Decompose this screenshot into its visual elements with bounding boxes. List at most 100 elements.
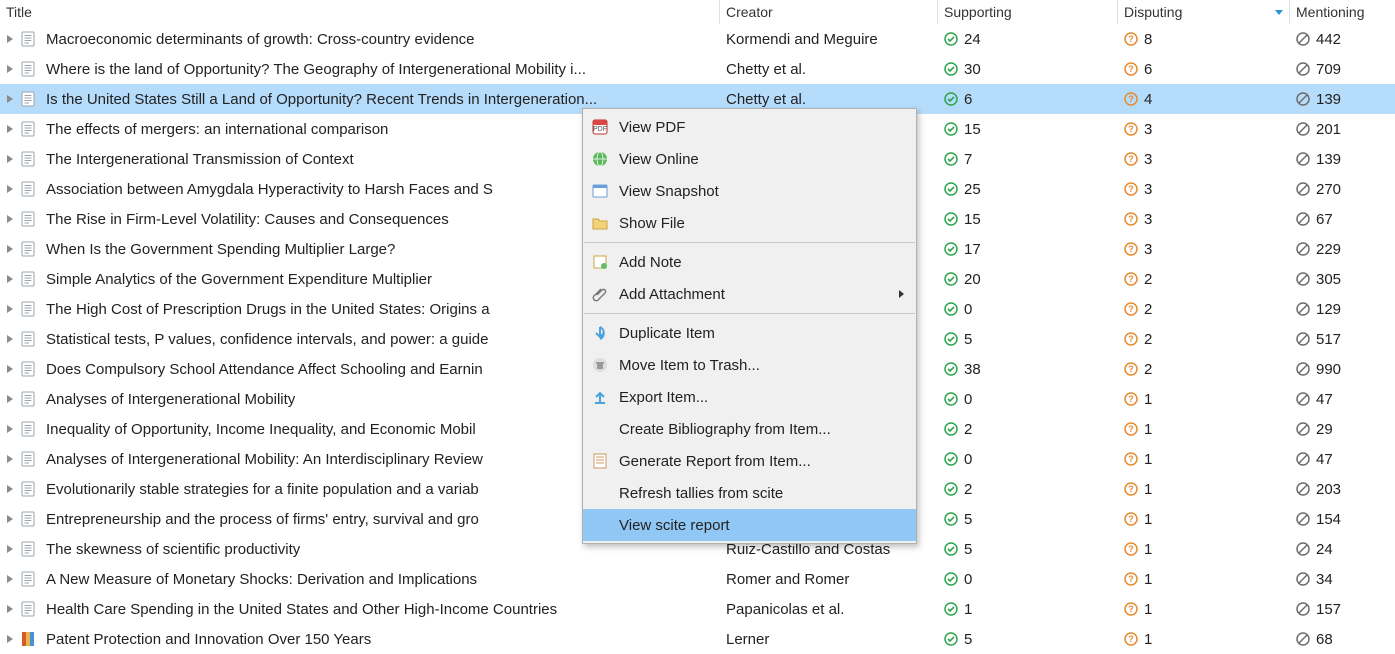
mentioning-count: 129 xyxy=(1316,301,1341,318)
table-row[interactable]: Health Care Spending in the United State… xyxy=(0,594,1395,624)
mentioning-badge: 229 xyxy=(1296,241,1341,258)
disputing-count: 3 xyxy=(1144,241,1152,258)
expand-twisty-icon[interactable] xyxy=(6,34,16,44)
slash-circle-icon xyxy=(1296,392,1310,406)
expand-twisty-icon[interactable] xyxy=(6,214,16,224)
menu-item[interactable]: Add Attachment xyxy=(583,278,916,310)
table-header-row: Title Creator Supporting Disputing Menti… xyxy=(0,0,1395,24)
menu-item-label: View Online xyxy=(619,151,904,168)
slash-circle-icon xyxy=(1296,302,1310,316)
mentioning-badge: 139 xyxy=(1296,91,1341,108)
disputing-badge: 1 xyxy=(1124,511,1152,528)
question-circle-icon xyxy=(1124,92,1138,106)
supporting-count: 2 xyxy=(964,421,972,438)
expand-twisty-icon[interactable] xyxy=(6,394,16,404)
expand-twisty-icon[interactable] xyxy=(6,154,16,164)
expand-twisty-icon[interactable] xyxy=(6,304,16,314)
menu-item[interactable]: Move Item to Trash... xyxy=(583,349,916,381)
expand-twisty-icon[interactable] xyxy=(6,604,16,614)
question-circle-icon xyxy=(1124,122,1138,136)
menu-item[interactable]: Duplicate Item xyxy=(583,317,916,349)
disputing-count: 1 xyxy=(1144,481,1152,498)
column-header-disputing[interactable]: Disputing xyxy=(1118,0,1290,24)
supporting-badge: 2 xyxy=(944,421,972,438)
item-title: Health Care Spending in the United State… xyxy=(46,601,557,618)
check-circle-icon xyxy=(944,332,958,346)
disputing-badge: 2 xyxy=(1124,301,1152,318)
supporting-count: 1 xyxy=(964,601,972,618)
expand-twisty-icon[interactable] xyxy=(6,454,16,464)
expand-twisty-icon[interactable] xyxy=(6,544,16,554)
expand-twisty-icon[interactable] xyxy=(6,94,16,104)
disputing-count: 1 xyxy=(1144,601,1152,618)
supporting-badge: 30 xyxy=(944,61,981,78)
mentioning-badge: 47 xyxy=(1296,391,1333,408)
expand-twisty-icon[interactable] xyxy=(6,184,16,194)
column-header-creator[interactable]: Creator xyxy=(720,0,938,24)
expand-twisty-icon[interactable] xyxy=(6,274,16,284)
mentioning-badge: 34 xyxy=(1296,571,1333,588)
expand-twisty-icon[interactable] xyxy=(6,364,16,374)
supporting-count: 0 xyxy=(964,391,972,408)
expand-twisty-icon[interactable] xyxy=(6,424,16,434)
menu-separator xyxy=(584,313,915,314)
menu-item[interactable]: Create Bibliography from Item... xyxy=(583,413,916,445)
expand-twisty-icon[interactable] xyxy=(6,334,16,344)
slash-circle-icon xyxy=(1296,152,1310,166)
table-row[interactable]: Macroeconomic determinants of growth: Cr… xyxy=(0,24,1395,54)
table-row[interactable]: Where is the land of Opportunity? The Ge… xyxy=(0,54,1395,84)
supporting-count: 0 xyxy=(964,451,972,468)
mentioning-count: 154 xyxy=(1316,511,1341,528)
menu-item[interactable]: View Online xyxy=(583,143,916,175)
menu-item[interactable]: View scite report xyxy=(583,509,916,541)
expand-twisty-icon[interactable] xyxy=(6,64,16,74)
expand-twisty-icon[interactable] xyxy=(6,484,16,494)
supporting-count: 5 xyxy=(964,541,972,558)
sort-descending-icon xyxy=(1275,10,1283,15)
menu-item[interactable]: Generate Report from Item... xyxy=(583,445,916,477)
table-row[interactable]: Patent Protection and Innovation Over 15… xyxy=(0,624,1395,654)
slash-circle-icon xyxy=(1296,362,1310,376)
expand-twisty-icon[interactable] xyxy=(6,514,16,524)
export-icon xyxy=(591,388,609,406)
menu-item[interactable]: Export Item... xyxy=(583,381,916,413)
disputing-count: 2 xyxy=(1144,301,1152,318)
menu-item-label: Add Note xyxy=(619,254,904,271)
menu-item[interactable]: Show File xyxy=(583,207,916,239)
expand-twisty-icon[interactable] xyxy=(6,574,16,584)
question-circle-icon xyxy=(1124,422,1138,436)
item-title: The High Cost of Prescription Drugs in t… xyxy=(46,301,490,318)
slash-circle-icon xyxy=(1296,62,1310,76)
mentioning-count: 29 xyxy=(1316,421,1333,438)
slash-circle-icon xyxy=(1296,332,1310,346)
column-header-supporting[interactable]: Supporting xyxy=(938,0,1118,24)
disputing-badge: 2 xyxy=(1124,331,1152,348)
column-header-mentioning[interactable]: Mentioning xyxy=(1290,0,1390,24)
disputing-badge: 4 xyxy=(1124,91,1152,108)
menu-item[interactable]: Add Note xyxy=(583,246,916,278)
expand-twisty-icon[interactable] xyxy=(6,634,16,644)
supporting-badge: 15 xyxy=(944,211,981,228)
doc-icon xyxy=(20,421,36,437)
table-row[interactable]: A New Measure of Monetary Shocks: Deriva… xyxy=(0,564,1395,594)
mentioning-badge: 129 xyxy=(1296,301,1341,318)
supporting-count: 17 xyxy=(964,241,981,258)
column-header-title[interactable]: Title xyxy=(0,0,720,24)
expand-twisty-icon[interactable] xyxy=(6,124,16,134)
context-menu: View PDF View Online View Snapshot Show … xyxy=(582,108,917,544)
slash-circle-icon xyxy=(1296,212,1310,226)
expand-twisty-icon[interactable] xyxy=(6,244,16,254)
menu-item-label: Show File xyxy=(619,215,904,232)
supporting-badge: 24 xyxy=(944,31,981,48)
mentioning-badge: 517 xyxy=(1296,331,1341,348)
question-circle-icon xyxy=(1124,362,1138,376)
supporting-count: 5 xyxy=(964,511,972,528)
menu-item[interactable]: View Snapshot xyxy=(583,175,916,207)
globe-icon xyxy=(591,150,609,168)
menu-item[interactable]: View PDF xyxy=(583,111,916,143)
supporting-count: 0 xyxy=(964,571,972,588)
menu-item[interactable]: Refresh tallies from scite xyxy=(583,477,916,509)
doc-icon xyxy=(20,91,36,107)
doc-icon xyxy=(20,541,36,557)
item-title: When Is the Government Spending Multipli… xyxy=(46,241,395,258)
